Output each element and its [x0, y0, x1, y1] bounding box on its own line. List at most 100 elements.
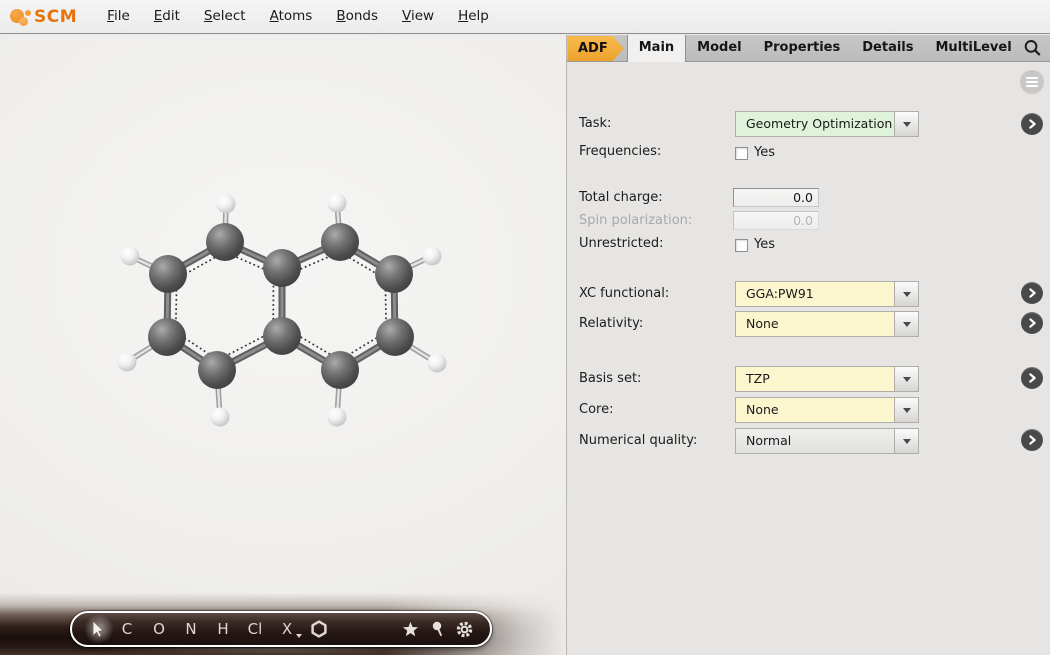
- atom-C[interactable]: [263, 317, 301, 355]
- xc-functional-label: XC functional:: [579, 286, 669, 302]
- atom-H[interactable]: [211, 408, 230, 427]
- basis-set-dropdown-arrow[interactable]: [894, 367, 918, 391]
- numerical-quality-value: Normal: [736, 429, 894, 453]
- atom-C[interactable]: [198, 351, 236, 389]
- basis-set-detail-button[interactable]: [1021, 367, 1043, 389]
- relativity-dropdown-arrow[interactable]: [894, 312, 918, 336]
- tab-model[interactable]: Model: [686, 35, 752, 61]
- hamburger-icon: [1026, 81, 1038, 83]
- xc-functional-detail-button[interactable]: [1021, 282, 1043, 304]
- frequencies-label: Frequencies:: [579, 144, 661, 160]
- frequencies-checkbox[interactable]: [735, 147, 748, 160]
- adf-input-window: SCM File Edit Select Atoms Bonds View He…: [0, 0, 1050, 655]
- xc-functional-dropdown-arrow[interactable]: [894, 282, 918, 306]
- core-dropdown[interactable]: None: [735, 397, 919, 423]
- chevron-right-icon: [1026, 118, 1038, 130]
- chevron-right-icon: [1026, 434, 1038, 446]
- star-icon: [402, 621, 419, 638]
- frequencies-checkbox-row[interactable]: Yes: [735, 145, 775, 161]
- numerical-quality-dropdown-arrow[interactable]: [894, 429, 918, 453]
- relativity-dropdown[interactable]: None: [735, 311, 919, 337]
- spin-polarization-label: Spin polarization:: [579, 213, 692, 229]
- atom-C[interactable]: [149, 255, 187, 293]
- search-icon[interactable]: [1023, 38, 1042, 58]
- element-other-button[interactable]: X: [271, 613, 303, 645]
- task-dropdown[interactable]: Geometry Optimization: [735, 111, 919, 137]
- task-value: Geometry Optimization: [736, 112, 894, 136]
- unrestricted-checkbox-label: Yes: [754, 237, 775, 253]
- basis-set-dropdown[interactable]: TZP: [735, 366, 919, 392]
- tab-main[interactable]: Main: [627, 35, 686, 62]
- atom-H[interactable]: [328, 194, 347, 213]
- menu-bonds[interactable]: Bonds: [324, 0, 390, 33]
- element-nitrogen-button[interactable]: N: [175, 613, 207, 645]
- menu-edit[interactable]: Edit: [142, 0, 192, 33]
- atom-H[interactable]: [217, 195, 236, 214]
- core-dropdown-arrow[interactable]: [894, 398, 918, 422]
- element-chlorine-button[interactable]: Cl: [239, 613, 271, 645]
- tab-bar: ADF Main Model Properties Details MultiL…: [567, 35, 1050, 62]
- tab-properties[interactable]: Properties: [753, 35, 852, 61]
- element-dropdown-caret-icon: [296, 634, 302, 638]
- aromatic-dotted-bond: [385, 285, 386, 325]
- structures-tool-button[interactable]: [397, 613, 424, 645]
- hexagon-ring-icon: [310, 620, 328, 638]
- element-carbon-button[interactable]: C: [111, 613, 143, 645]
- pin-balloon-icon: [431, 621, 445, 638]
- tab-multilevel[interactable]: MultiLevel: [925, 35, 1023, 61]
- relativity-detail-button[interactable]: [1021, 312, 1043, 334]
- pointer-tool-button[interactable]: [84, 613, 111, 645]
- unrestricted-checkbox-row[interactable]: Yes: [735, 237, 775, 253]
- atom-H[interactable]: [328, 408, 347, 427]
- molecule-viewport[interactable]: C O N H Cl X: [0, 35, 566, 655]
- atom-H[interactable]: [423, 247, 442, 266]
- relativity-label: Relativity:: [579, 316, 643, 332]
- atom-C[interactable]: [263, 249, 301, 287]
- pointer-cursor-icon: [89, 620, 107, 638]
- frequencies-checkbox-label: Yes: [754, 145, 775, 161]
- atom-H[interactable]: [428, 354, 447, 373]
- atom-C[interactable]: [148, 318, 186, 356]
- settings-tool-button[interactable]: [451, 613, 478, 645]
- numerical-quality-dropdown[interactable]: Normal: [735, 428, 919, 454]
- menu-help[interactable]: Help: [446, 0, 501, 33]
- panel-menu-button[interactable]: [1020, 70, 1044, 94]
- atom-C[interactable]: [321, 223, 359, 261]
- menu-bar: SCM File Edit Select Atoms Bonds View He…: [0, 0, 1050, 34]
- gear-icon: [455, 620, 474, 639]
- input-panel: ADF Main Model Properties Details MultiL…: [566, 35, 1050, 655]
- ring-tool-button[interactable]: [303, 613, 335, 645]
- numerical-quality-label: Numerical quality:: [579, 433, 697, 449]
- element-oxygen-button[interactable]: O: [143, 613, 175, 645]
- xc-functional-dropdown[interactable]: GGA:PW91: [735, 281, 919, 307]
- atom-C[interactable]: [375, 255, 413, 293]
- task-dropdown-arrow[interactable]: [894, 112, 918, 136]
- task-detail-button[interactable]: [1021, 113, 1043, 135]
- total-charge-input[interactable]: [733, 188, 819, 207]
- menu-atoms[interactable]: Atoms: [258, 0, 325, 33]
- menu-view[interactable]: View: [390, 0, 446, 33]
- total-charge-label: Total charge:: [579, 190, 663, 206]
- menu-select[interactable]: Select: [192, 0, 258, 33]
- pin-tool-button[interactable]: [424, 613, 451, 645]
- atom-H[interactable]: [118, 353, 137, 372]
- builder-toolbar: C O N H Cl X: [70, 611, 492, 647]
- atom-H[interactable]: [121, 247, 140, 266]
- scm-logo: SCM: [10, 6, 77, 28]
- xc-functional-value: GGA:PW91: [736, 282, 894, 306]
- menu-file[interactable]: File: [95, 0, 142, 33]
- unrestricted-checkbox[interactable]: [735, 239, 748, 252]
- naphthalene-molecule[interactable]: [0, 35, 566, 655]
- atom-C[interactable]: [376, 318, 414, 356]
- numerical-quality-detail-button[interactable]: [1021, 429, 1043, 451]
- element-hydrogen-button[interactable]: H: [207, 613, 239, 645]
- spin-polarization-input: [733, 211, 819, 230]
- relativity-value: None: [736, 312, 894, 336]
- chevron-right-icon: [1026, 317, 1038, 329]
- unrestricted-label: Unrestricted:: [579, 236, 664, 252]
- tab-adf[interactable]: ADF: [568, 36, 624, 61]
- atom-C[interactable]: [321, 351, 359, 389]
- atom-C[interactable]: [206, 223, 244, 261]
- scm-logo-icon: [10, 6, 34, 28]
- tab-details[interactable]: Details: [851, 35, 924, 61]
